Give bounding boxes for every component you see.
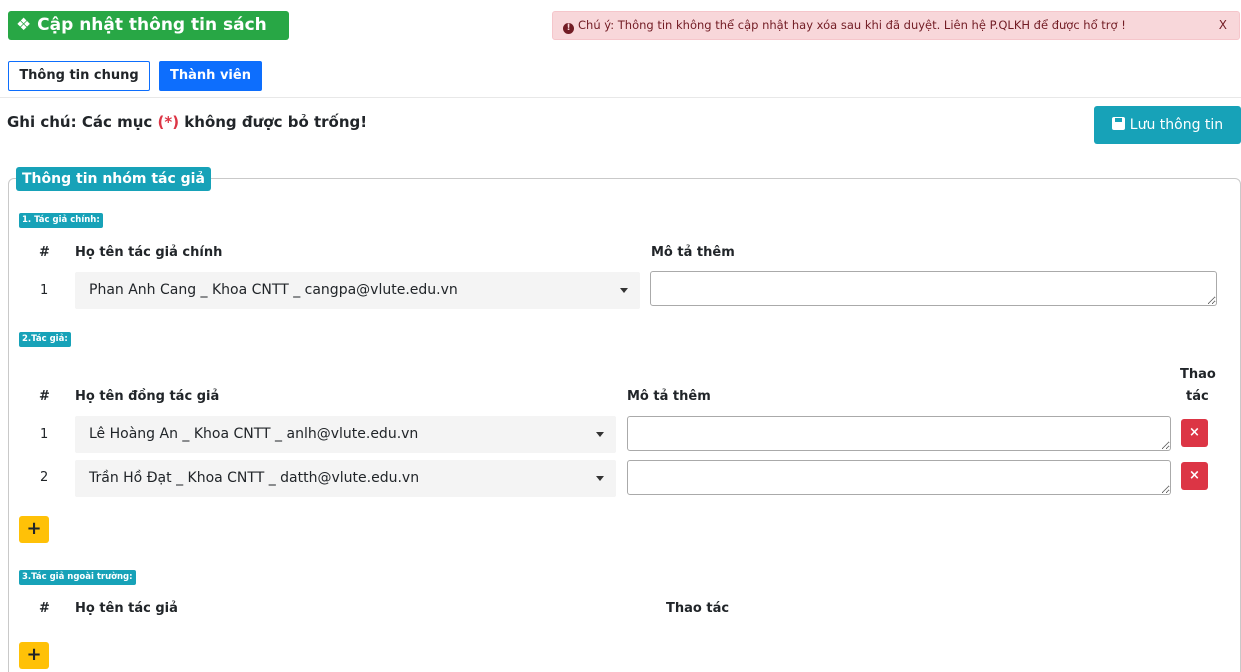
alert-close-button[interactable]: X bbox=[1219, 12, 1227, 39]
alert-text: Chú ý: Thông tin không thể cập nhật hay … bbox=[578, 18, 1126, 32]
main-author-desc-input[interactable] bbox=[650, 271, 1217, 306]
co-author-row-1-num: 1 bbox=[40, 427, 49, 442]
co-author-row-2-delete-button[interactable]: × bbox=[1181, 462, 1208, 490]
note-suffix: không được bỏ trống! bbox=[179, 113, 368, 131]
external-authors-col-action: Thao tác bbox=[666, 601, 730, 616]
save-button-label: Lưu thông tin bbox=[1129, 117, 1224, 133]
close-icon: × bbox=[1189, 425, 1200, 440]
main-author-col-num: # bbox=[39, 245, 50, 260]
author-group-legend: Thông tin nhóm tác giả bbox=[16, 167, 211, 191]
tab-general-info[interactable]: Thông tin chung bbox=[8, 61, 150, 91]
chevron-down-icon bbox=[596, 432, 604, 437]
tab-members[interactable]: Thành viên bbox=[159, 61, 262, 91]
warning-alert: ! Chú ý: Thông tin không thể cập nhật hay… bbox=[552, 11, 1240, 40]
main-author-select[interactable]: Phan Anh Cang _ Khoa CNTT _ cangpa@vlute… bbox=[75, 272, 640, 309]
required-note: Ghi chú: Các mục (*) không được bỏ trống… bbox=[7, 113, 367, 131]
save-button[interactable]: Lưu thông tin bbox=[1094, 106, 1241, 144]
main-author-label: 1. Tác giả chính: bbox=[19, 213, 103, 228]
external-authors-col-name: Họ tên tác giả bbox=[75, 601, 178, 616]
external-authors-label: 3.Tác giả ngoài trường: bbox=[19, 570, 136, 585]
note-prefix: Ghi chú: Các mục bbox=[7, 113, 158, 131]
chevron-down-icon bbox=[620, 288, 628, 293]
plus-icon: + bbox=[26, 644, 42, 665]
floppy-disk-icon bbox=[1111, 117, 1125, 130]
add-co-author-button[interactable]: + bbox=[19, 516, 49, 543]
close-icon: × bbox=[1189, 468, 1200, 483]
co-authors-col-name: Họ tên đồng tác giả bbox=[75, 389, 220, 404]
co-author-row-2-select-value: Trần Hồ Đạt _ Khoa CNTT _ datth@vlute.ed… bbox=[89, 470, 420, 486]
add-external-author-button[interactable]: + bbox=[19, 642, 49, 669]
co-authors-col-action-line2: tác bbox=[1186, 389, 1209, 404]
co-authors-label: 2.Tác giả: bbox=[19, 332, 71, 347]
main-author-col-desc: Mô tả thêm bbox=[651, 245, 735, 260]
co-author-row-1-select-value: Lê Hoàng An _ Khoa CNTT _ anlh@vlute.edu… bbox=[89, 426, 419, 442]
co-author-row-2-select[interactable]: Trần Hồ Đạt _ Khoa CNTT _ datth@vlute.ed… bbox=[75, 460, 616, 497]
co-authors-col-num: # bbox=[39, 389, 50, 404]
plus-icon: + bbox=[26, 518, 42, 539]
co-authors-col-action-line1: Thao bbox=[1180, 367, 1216, 382]
co-author-row-1-delete-button[interactable]: × bbox=[1181, 419, 1208, 447]
main-author-row-num: 1 bbox=[40, 283, 49, 298]
required-marker: (*) bbox=[157, 113, 180, 131]
external-authors-col-num: # bbox=[39, 601, 50, 616]
page-title: ❖ Cập nhật thông tin sách bbox=[8, 11, 289, 40]
co-author-row-2-num: 2 bbox=[40, 470, 49, 485]
chevron-down-icon bbox=[596, 476, 604, 481]
tab-divider bbox=[0, 97, 1241, 98]
co-author-row-2-desc-input[interactable] bbox=[627, 460, 1171, 495]
exclamation-circle-icon: ! bbox=[563, 23, 574, 34]
main-author-select-value: Phan Anh Cang _ Khoa CNTT _ cangpa@vlute… bbox=[89, 282, 458, 298]
co-author-row-1-desc-input[interactable] bbox=[627, 416, 1171, 451]
main-author-col-name: Họ tên tác giả chính bbox=[75, 245, 223, 260]
co-authors-col-desc: Mô tả thêm bbox=[627, 389, 711, 404]
co-author-row-1-select[interactable]: Lê Hoàng An _ Khoa CNTT _ anlh@vlute.edu… bbox=[75, 416, 616, 453]
